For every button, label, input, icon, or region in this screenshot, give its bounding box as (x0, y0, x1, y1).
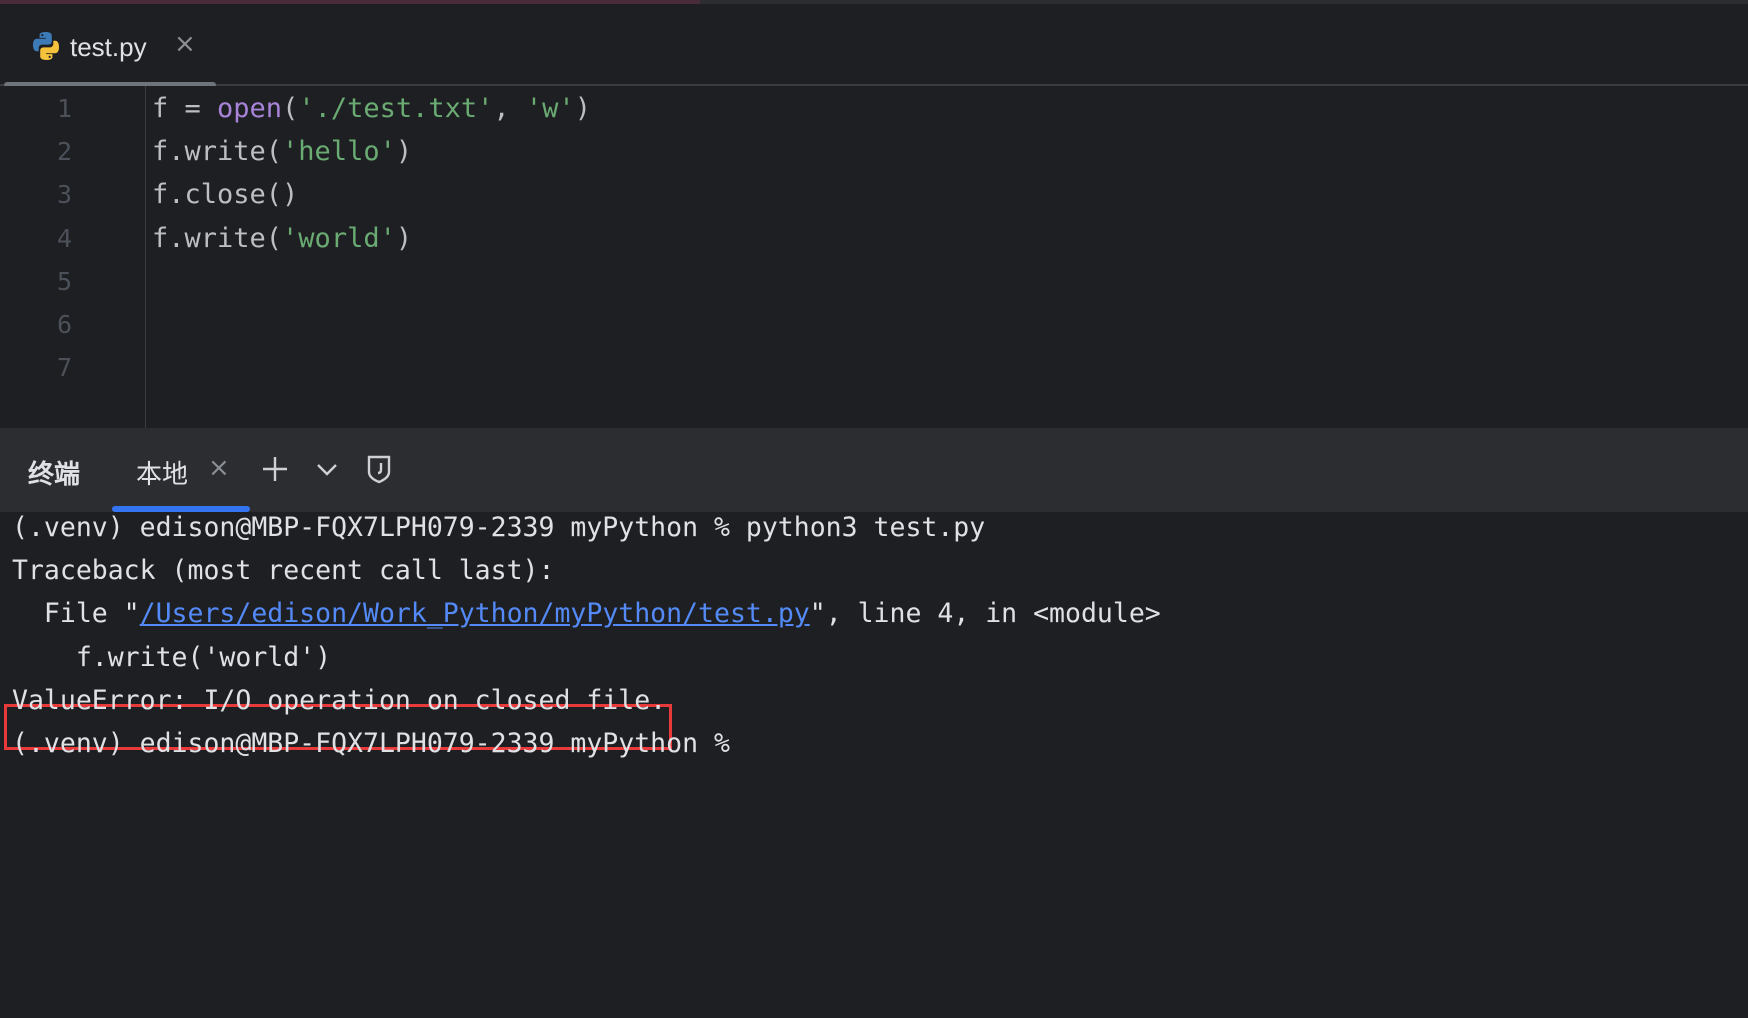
string-literal: 'world' (282, 222, 396, 254)
code-token: , (493, 93, 526, 124)
terminal-line: Traceback (most recent call last): (12, 555, 555, 587)
code-line: f = open('./test.txt', 'w') (152, 85, 591, 133)
code-token: f = (152, 93, 218, 124)
code-token: f.close() (152, 179, 299, 211)
line-number: 6 (56, 310, 72, 339)
terminal-line-suffix: ", line 4, in <module> (809, 598, 1161, 630)
code-token: ( (282, 93, 299, 124)
string-literal: 'hello' (282, 136, 396, 168)
chevron-down-icon[interactable] (310, 452, 344, 486)
line-number: 3 (56, 180, 72, 210)
terminal-title: 终端 (28, 460, 81, 490)
code-line: f.write('hello') (152, 128, 412, 176)
line-number: 5 (56, 266, 72, 296)
code-token: ) (395, 222, 413, 254)
line-number: 2 (56, 137, 72, 167)
code-token: ) (395, 136, 413, 168)
terminal-line-prefix: File " (12, 598, 140, 630)
terminal-output[interactable]: (.venv) edison@MBP-FQX7LPH079-2339 myPyt… (0, 512, 1748, 1018)
terminal-header: 终端 本地 × (0, 428, 1748, 512)
line-number: 7 (56, 353, 72, 383)
python-file-icon (33, 32, 60, 60)
code-token: f.write( (152, 222, 283, 254)
line-number: 1 (56, 94, 72, 123)
terminal-line: File "/Users/edison/Work_Python/myPython… (12, 590, 1161, 638)
editor-tab-label: test.py (70, 32, 147, 62)
string-literal: './test.txt' (298, 93, 494, 124)
error-message-line: ValueError: I/O operation on closed file… (12, 684, 667, 716)
terminal-line: (.venv) edison@MBP-FQX7LPH079-2339 myPyt… (12, 512, 986, 543)
code-line: f.close() (152, 171, 298, 219)
builtin-function: open (217, 93, 283, 124)
add-icon[interactable] (258, 452, 292, 486)
terminal-line: (.venv) edison@MBP-FQX7LPH079-2339 myPyt… (12, 728, 730, 759)
code-editor[interactable]: 1234567 f = open('./test.txt', 'w') f.wri… (0, 86, 1748, 428)
editor-tab-bar: test.py × (0, 4, 1748, 88)
terminal-tab-local[interactable]: 本地 × (112, 428, 250, 512)
terminal-tab-label: 本地 (136, 460, 189, 490)
string-literal: 'w' (525, 93, 575, 124)
close-icon[interactable]: × (208, 454, 230, 482)
file-path-link[interactable]: /Users/edison/Work_Python/myPython/test.… (140, 598, 810, 629)
close-icon[interactable]: × (174, 30, 196, 58)
editor-tab-test-py[interactable]: test.py × (4, 4, 216, 88)
code-token: ) (574, 93, 591, 124)
code-token: f.write( (152, 136, 283, 168)
ide-window: test.py × 1 2 3 4 5 6 7 f = open('./test.txt',… (0, 0, 1748, 1018)
terminal-line: f.write('world') (12, 641, 332, 673)
line-number: 4 (56, 223, 72, 253)
code-line: f.write('world') (152, 215, 412, 263)
line-number-gutter: 1 2 3 4 5 6 7 (0, 86, 146, 428)
shield-icon[interactable] (362, 452, 396, 486)
